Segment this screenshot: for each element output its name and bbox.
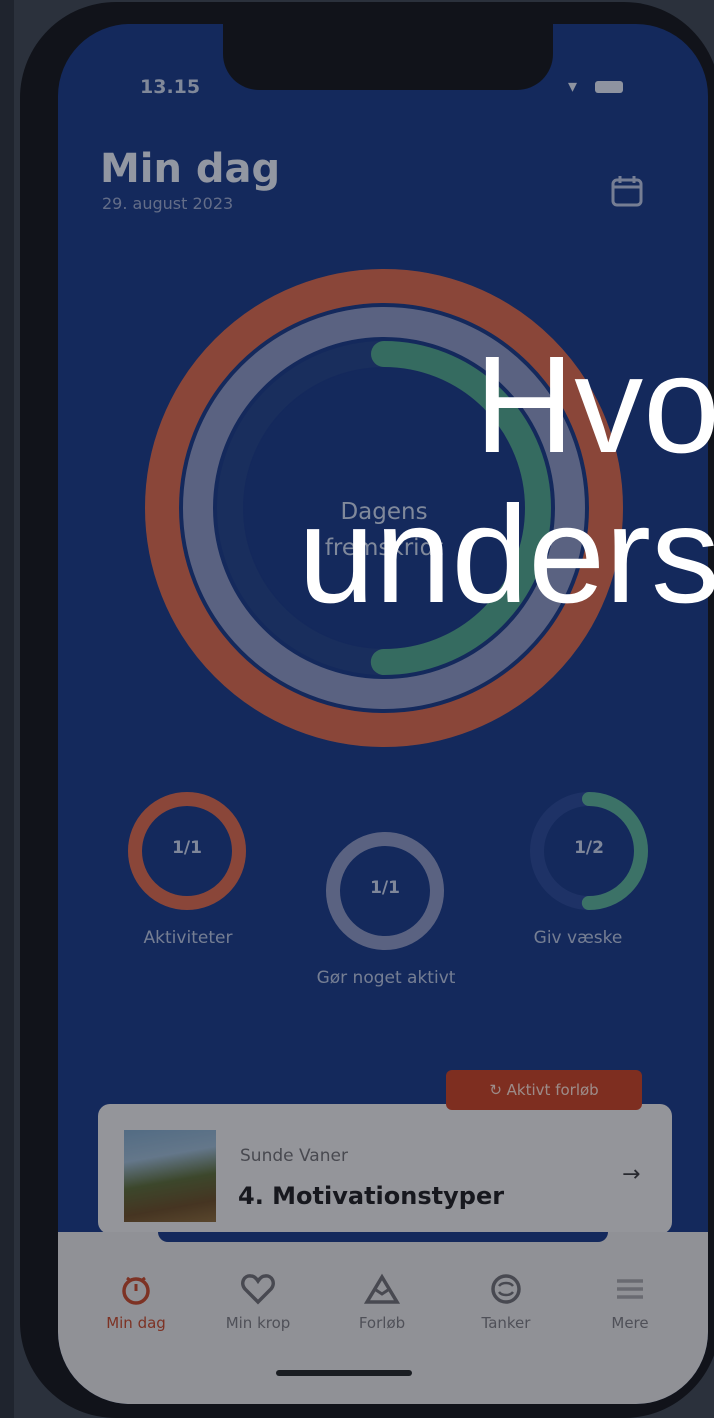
tab-tanker-label: Tanker xyxy=(481,1314,531,1332)
status-icons: ▾ xyxy=(568,76,623,97)
headline-line2: unders xyxy=(298,478,714,632)
tab-bar: Min dag Min krop Forløb Tanker Mere xyxy=(58,1232,708,1404)
active-course-badge: ↻ Aktivt forløb xyxy=(446,1070,642,1110)
status-time: 13.15 xyxy=(140,76,201,98)
active-course-badge-label: Aktivt forløb xyxy=(506,1081,599,1099)
calendar-icon[interactable] xyxy=(610,174,644,208)
tab-tanker[interactable]: Tanker xyxy=(454,1272,558,1332)
activities-label: Aktiviteter xyxy=(143,928,233,948)
tab-min-dag-label: Min dag xyxy=(106,1314,166,1332)
page-title: Min dag xyxy=(100,146,281,192)
do-something-active-value: 1/1 xyxy=(370,878,400,898)
home-indicator[interactable] xyxy=(276,1370,412,1376)
tab-forlob-label: Forløb xyxy=(358,1314,406,1332)
clock-icon xyxy=(122,1276,150,1305)
course-card[interactable]: Sunde Vaner 4. Motivationstyper → xyxy=(98,1104,672,1234)
page-date: 29. august 2023 xyxy=(102,194,234,213)
give-fluid-label: Giv væske xyxy=(533,928,623,948)
battery-icon xyxy=(594,81,623,93)
give-fluid-value: 1/2 xyxy=(574,838,604,858)
tab-mere-label: Mere xyxy=(611,1314,649,1332)
mountain-icon xyxy=(364,1273,400,1304)
menu-icon xyxy=(617,1279,643,1299)
refresh-icon: ↻ xyxy=(489,1081,502,1099)
course-subtitle: Sunde Vaner xyxy=(240,1146,348,1166)
tab-bar-separator xyxy=(158,1232,608,1242)
heart-icon xyxy=(241,1274,275,1305)
slide-stage: 13.15 ▾ Min dag 29. august 2023 Dagens f… xyxy=(0,0,714,1418)
headline-line1: Hvo xyxy=(474,328,714,482)
phone-notch xyxy=(223,24,553,90)
course-thumbnail xyxy=(124,1130,216,1222)
background-edge xyxy=(0,0,14,1418)
brain-icon xyxy=(491,1274,521,1304)
tab-min-dag[interactable]: Min dag xyxy=(84,1272,188,1332)
course-title: 4. Motivationstyper xyxy=(238,1182,505,1210)
activities-value: 1/1 xyxy=(172,838,202,858)
app-screen: 13.15 ▾ Min dag 29. august 2023 Dagens f… xyxy=(58,24,708,1404)
tab-forlob[interactable]: Forløb xyxy=(330,1272,434,1332)
tab-mere[interactable]: Mere xyxy=(578,1272,682,1332)
wifi-icon: ▾ xyxy=(568,76,584,97)
phone-frame: 13.15 ▾ Min dag 29. august 2023 Dagens f… xyxy=(20,2,714,1418)
do-something-active-label: Gør noget aktivt xyxy=(316,968,456,988)
tab-min-krop[interactable]: Min krop xyxy=(206,1272,310,1332)
arrow-right-icon[interactable]: → xyxy=(622,1162,640,1187)
tab-min-krop-label: Min krop xyxy=(225,1314,291,1332)
slide-headline: Hvo unders xyxy=(298,330,714,630)
